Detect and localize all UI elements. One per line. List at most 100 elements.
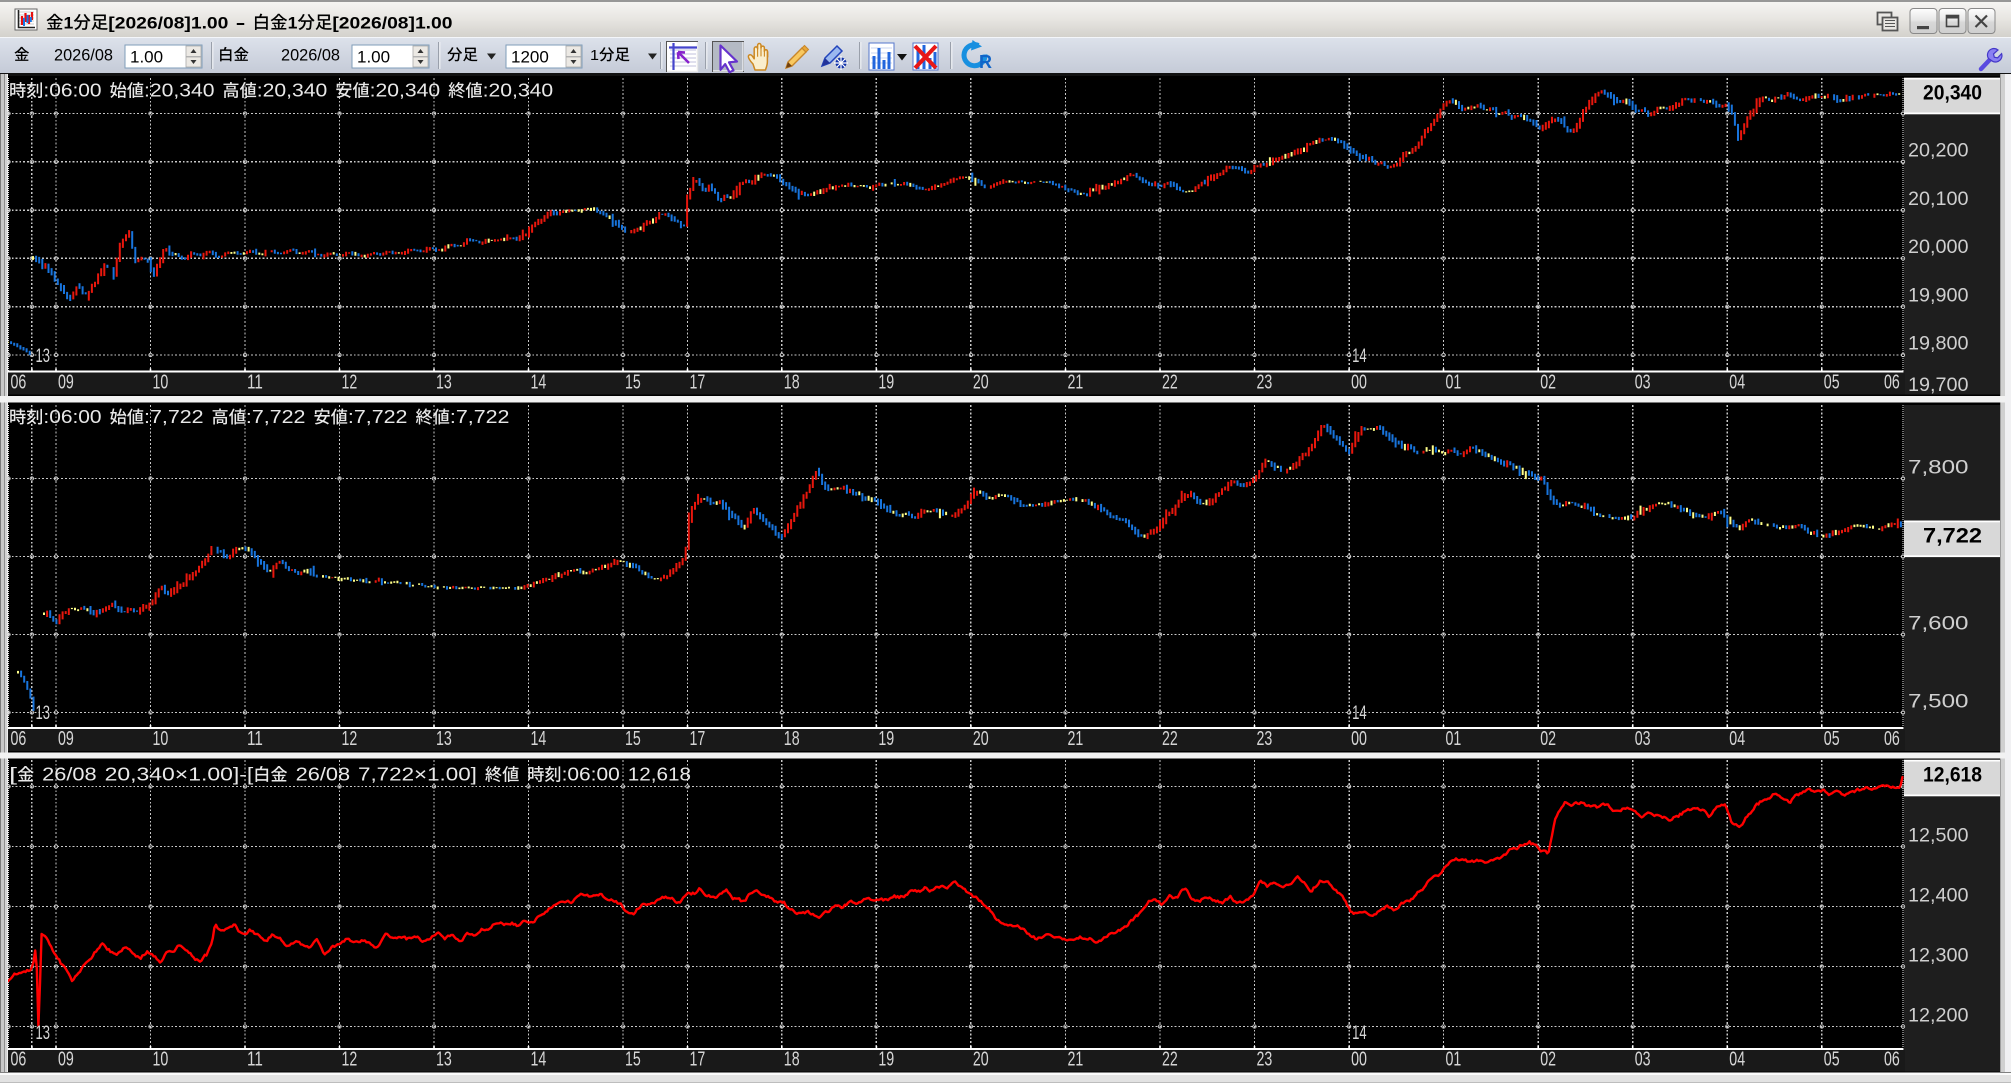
svg-text::20,340: :20,340 <box>144 81 215 101</box>
svg-text:04: 04 <box>1729 371 1745 393</box>
svg-text:12,618: 12,618 <box>1923 764 1982 787</box>
svg-text:14: 14 <box>1352 702 1367 724</box>
svg-text::7,722: :7,722 <box>348 407 408 427</box>
svg-text:06: 06 <box>1884 371 1900 393</box>
svg-text:03: 03 <box>1635 1048 1651 1070</box>
svg-text:13: 13 <box>36 345 51 367</box>
svg-text:14: 14 <box>531 1048 547 1070</box>
svg-text:19: 19 <box>878 371 894 393</box>
svg-text:01: 01 <box>1446 728 1462 750</box>
svg-text:20: 20 <box>973 371 989 393</box>
svg-text:7,800: 7,800 <box>1908 458 1969 479</box>
svg-text:22: 22 <box>1162 1048 1178 1070</box>
svg-text:01: 01 <box>1446 1048 1462 1070</box>
svg-text:09: 09 <box>58 371 74 393</box>
svg-text:06: 06 <box>11 1048 27 1070</box>
svg-text:1: 1 <box>64 15 74 33</box>
svg-text:00: 00 <box>1351 728 1367 750</box>
svg-text:02: 02 <box>1540 728 1556 750</box>
svg-text:14: 14 <box>1352 345 1367 367</box>
svg-text:19,700: 19,700 <box>1908 375 1969 396</box>
svg-text:15: 15 <box>625 1048 641 1070</box>
svg-text:21: 21 <box>1068 371 1084 393</box>
svg-text:1: 1 <box>590 47 599 64</box>
svg-text:21: 21 <box>1068 1048 1084 1070</box>
svg-text:18: 18 <box>784 1048 800 1070</box>
svg-text:19,900: 19,900 <box>1908 285 1969 306</box>
svg-text:00: 00 <box>1351 371 1367 393</box>
svg-text:23: 23 <box>1257 1048 1273 1070</box>
svg-text:22: 22 <box>1162 728 1178 750</box>
svg-text:20,100: 20,100 <box>1908 189 1969 210</box>
svg-text::06:00: :06:00 <box>562 765 620 785</box>
svg-text:03: 03 <box>1635 728 1651 750</box>
svg-text:20: 20 <box>973 728 989 750</box>
svg-text:11: 11 <box>247 371 263 393</box>
svg-text:06: 06 <box>1884 728 1900 750</box>
svg-text:21: 21 <box>1068 728 1084 750</box>
svg-text:15: 15 <box>625 371 641 393</box>
svg-text:04: 04 <box>1729 1048 1745 1070</box>
svg-text:13: 13 <box>436 1048 452 1070</box>
svg-text:26/08: 26/08 <box>296 765 351 785</box>
svg-text:10: 10 <box>153 1048 169 1070</box>
svg-text:01: 01 <box>1446 371 1462 393</box>
svg-text::7,722: :7,722 <box>144 407 204 427</box>
svg-text:22: 22 <box>1162 371 1178 393</box>
svg-text:1200: 1200 <box>511 48 549 67</box>
svg-text:18: 18 <box>784 728 800 750</box>
svg-text::06:00: :06:00 <box>43 407 101 427</box>
svg-text:18: 18 <box>784 371 800 393</box>
svg-text::20,340: :20,340 <box>483 81 553 101</box>
svg-text:12,300: 12,300 <box>1908 946 1969 967</box>
svg-text:12,500: 12,500 <box>1908 826 1969 847</box>
svg-text:10: 10 <box>153 728 169 750</box>
svg-text:06: 06 <box>11 371 27 393</box>
svg-text:20,200: 20,200 <box>1908 141 1969 162</box>
svg-text:03: 03 <box>1635 371 1651 393</box>
svg-text:26/08: 26/08 <box>42 765 97 785</box>
svg-text:20,340: 20,340 <box>1923 82 1982 105</box>
svg-text:06: 06 <box>1884 1048 1900 1070</box>
svg-text:1: 1 <box>288 15 298 33</box>
svg-text:11: 11 <box>247 728 263 750</box>
svg-text:7,600: 7,600 <box>1908 614 1969 635</box>
svg-text::7,722: :7,722 <box>246 407 306 427</box>
svg-text:23: 23 <box>1257 371 1273 393</box>
svg-text:1.00: 1.00 <box>130 48 163 67</box>
svg-text:12,400: 12,400 <box>1908 886 1969 907</box>
svg-text:2026/08: 2026/08 <box>281 46 340 65</box>
svg-text:15: 15 <box>625 728 641 750</box>
svg-text:05: 05 <box>1824 728 1840 750</box>
svg-text:14: 14 <box>1352 1022 1367 1044</box>
svg-text:02: 02 <box>1540 1048 1556 1070</box>
svg-text:04: 04 <box>1729 728 1745 750</box>
svg-text:05: 05 <box>1824 1048 1840 1070</box>
svg-text:7,722: 7,722 <box>1923 525 1982 548</box>
svg-text:02: 02 <box>1540 371 1556 393</box>
svg-text:05: 05 <box>1824 371 1840 393</box>
svg-text:13: 13 <box>36 702 51 724</box>
svg-text::20,340: :20,340 <box>257 81 328 101</box>
svg-text:20,000: 20,000 <box>1908 237 1969 258</box>
svg-text:1.00: 1.00 <box>357 48 390 67</box>
svg-text:14: 14 <box>531 371 547 393</box>
svg-text:09: 09 <box>58 1048 74 1070</box>
svg-text:14: 14 <box>531 728 547 750</box>
svg-text:17: 17 <box>690 728 706 750</box>
svg-text:11: 11 <box>247 1048 263 1070</box>
svg-text:12,618: 12,618 <box>628 765 691 785</box>
svg-text:23: 23 <box>1257 728 1273 750</box>
svg-text::06:00: :06:00 <box>43 81 101 101</box>
svg-text:19: 19 <box>878 1048 894 1070</box>
svg-text:09: 09 <box>58 728 74 750</box>
svg-text::7,722: :7,722 <box>450 407 510 427</box>
svg-text:20: 20 <box>973 1048 989 1070</box>
svg-text:7,500: 7,500 <box>1908 692 1969 713</box>
svg-text:2026/08: 2026/08 <box>54 46 113 65</box>
svg-text:17: 17 <box>690 371 706 393</box>
svg-text:10: 10 <box>153 371 169 393</box>
svg-text:06: 06 <box>11 728 27 750</box>
svg-text:12: 12 <box>342 371 358 393</box>
svg-text:20,340×1.00]-[: 20,340×1.00]-[ <box>105 765 254 785</box>
